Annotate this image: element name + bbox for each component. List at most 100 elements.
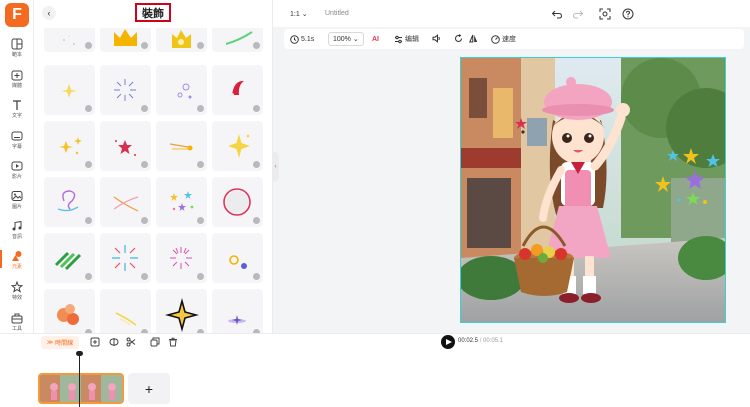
top-bar: 1:1 ⌄ Untitled — [273, 0, 750, 27]
sticker-tile[interactable] — [100, 121, 151, 171]
download-icon — [85, 217, 92, 224]
sticker-tile[interactable] — [100, 289, 151, 333]
nav-label-effects: 特效 — [11, 295, 22, 301]
music-icon — [12, 220, 22, 231]
zoom-select[interactable]: 100% ⌄ — [328, 32, 364, 46]
subtitle-icon — [11, 131, 23, 141]
ai-icon: AI — [372, 35, 379, 43]
nav-item-image[interactable]: 圖片 — [0, 190, 34, 220]
sticker-tile[interactable] — [44, 65, 95, 115]
video-clip[interactable] — [38, 373, 124, 404]
timeline-icon: ≫ — [46, 340, 54, 346]
nav-label-elements: 元素 — [11, 264, 22, 270]
playhead[interactable] — [76, 351, 83, 407]
text-icon — [13, 100, 21, 110]
duration-button[interactable]: 5.1s — [290, 32, 314, 46]
duplicate-icon[interactable] — [150, 337, 160, 347]
nav-label-text: 文字 — [11, 113, 22, 119]
trash-icon[interactable] — [168, 337, 178, 347]
sticker-tile[interactable] — [156, 177, 207, 227]
left-nav: F 範本 媒體 文字 字幕 影片 圖片 音訊 元素 特效 工具 — [0, 0, 34, 333]
chevron-left-icon: ‹ — [274, 164, 277, 170]
nav-label-video: 影片 — [11, 174, 22, 180]
sticker-tile[interactable] — [212, 233, 263, 283]
plus-icon: + — [144, 380, 154, 397]
duration-value: 5.1s — [301, 35, 315, 43]
nav-item-elements[interactable]: 元素 — [0, 250, 34, 280]
download-icon — [197, 105, 204, 112]
girl-with-basket-illustration — [461, 58, 725, 322]
flip-icon[interactable] — [469, 34, 478, 43]
nav-item-audio[interactable]: 音訊 — [0, 220, 34, 250]
sticker-tile[interactable] — [44, 177, 95, 227]
video-icon — [11, 161, 23, 171]
nav-item-effects[interactable]: 特效 — [0, 281, 34, 311]
app-logo[interactable]: F — [5, 3, 29, 27]
sticker-tile[interactable] — [44, 289, 95, 333]
redo-icon[interactable] — [572, 8, 584, 20]
nav-item-subtitle[interactable]: 字幕 — [0, 130, 34, 160]
sticker-tile[interactable] — [156, 65, 207, 115]
sticker-tile[interactable] — [156, 289, 207, 333]
timeline-label: 時間線 — [55, 341, 74, 347]
help-icon[interactable] — [622, 8, 634, 20]
screenshot-icon[interactable] — [599, 8, 611, 20]
download-icon — [141, 273, 148, 280]
timeline-toggle-button[interactable]: ≫ 時間線 — [41, 336, 79, 349]
scissors-icon[interactable] — [126, 337, 136, 347]
download-icon — [141, 217, 148, 224]
sticker-tile[interactable] — [100, 233, 151, 283]
image-icon — [11, 191, 23, 201]
download-icon — [253, 42, 260, 49]
sticker-tile[interactable] — [100, 65, 151, 115]
chevron-down-icon: ⌄ — [301, 11, 308, 18]
panel-header: ‹ 裝飾 — [34, 0, 272, 28]
black-gold-star-sticker — [164, 297, 200, 333]
download-icon — [141, 105, 148, 112]
edit-label: 编辑 — [405, 36, 419, 43]
download-icon — [141, 161, 148, 168]
nav-label-audio: 音訊 — [11, 234, 22, 240]
effects-icon — [11, 281, 23, 293]
sticker-tile[interactable] — [156, 233, 207, 283]
collapse-panel-handle[interactable]: ‹ — [272, 152, 279, 182]
edit-button[interactable]: 编辑 — [394, 32, 419, 46]
speed-button[interactable]: 速度 — [491, 32, 516, 46]
sticker-tile[interactable] — [156, 121, 207, 171]
project-title[interactable]: Untitled — [325, 10, 349, 17]
download-icon — [85, 42, 92, 49]
nav-item-template[interactable]: 範本 — [0, 38, 34, 68]
sticker-tile[interactable] — [212, 65, 263, 115]
sticker-tile[interactable] — [44, 121, 95, 171]
sticker-tile[interactable] — [212, 121, 263, 171]
video-canvas[interactable] — [460, 57, 726, 323]
add-clip-button[interactable]: + — [128, 373, 170, 404]
add-track-icon[interactable] — [90, 337, 100, 347]
nav-item-video[interactable]: 影片 — [0, 160, 34, 190]
orange-cluster-sticker — [57, 304, 79, 325]
rotate-icon[interactable] — [454, 34, 463, 43]
nav-item-text[interactable]: 文字 — [0, 99, 34, 129]
time-separator: / — [479, 338, 482, 344]
sticker-tile[interactable] — [44, 233, 95, 283]
nav-item-media[interactable]: 媒體 — [0, 69, 34, 99]
sticker-tile[interactable] — [212, 289, 263, 333]
sticker-tile[interactable] — [212, 177, 263, 227]
back-button[interactable]: ‹ — [42, 6, 56, 20]
aspect-ratio-select[interactable]: 1:1 ⌄ — [290, 10, 308, 18]
purple-glow-sticker — [228, 315, 246, 325]
speed-label: 速度 — [502, 36, 516, 43]
play-button[interactable] — [441, 335, 455, 349]
sliders-icon — [395, 35, 402, 43]
undo-icon[interactable] — [551, 8, 563, 20]
volume-icon[interactable] — [432, 34, 441, 43]
nav-label-subtitle: 字幕 — [11, 144, 22, 150]
download-icon — [197, 273, 204, 280]
download-icon — [85, 105, 92, 112]
template-icon — [11, 38, 23, 50]
nav-label-tools: 工具 — [11, 326, 22, 332]
ai-button[interactable]: AI — [372, 32, 379, 46]
elements-icon — [12, 251, 22, 261]
sticker-tile[interactable] — [100, 177, 151, 227]
split-icon[interactable] — [109, 337, 119, 347]
